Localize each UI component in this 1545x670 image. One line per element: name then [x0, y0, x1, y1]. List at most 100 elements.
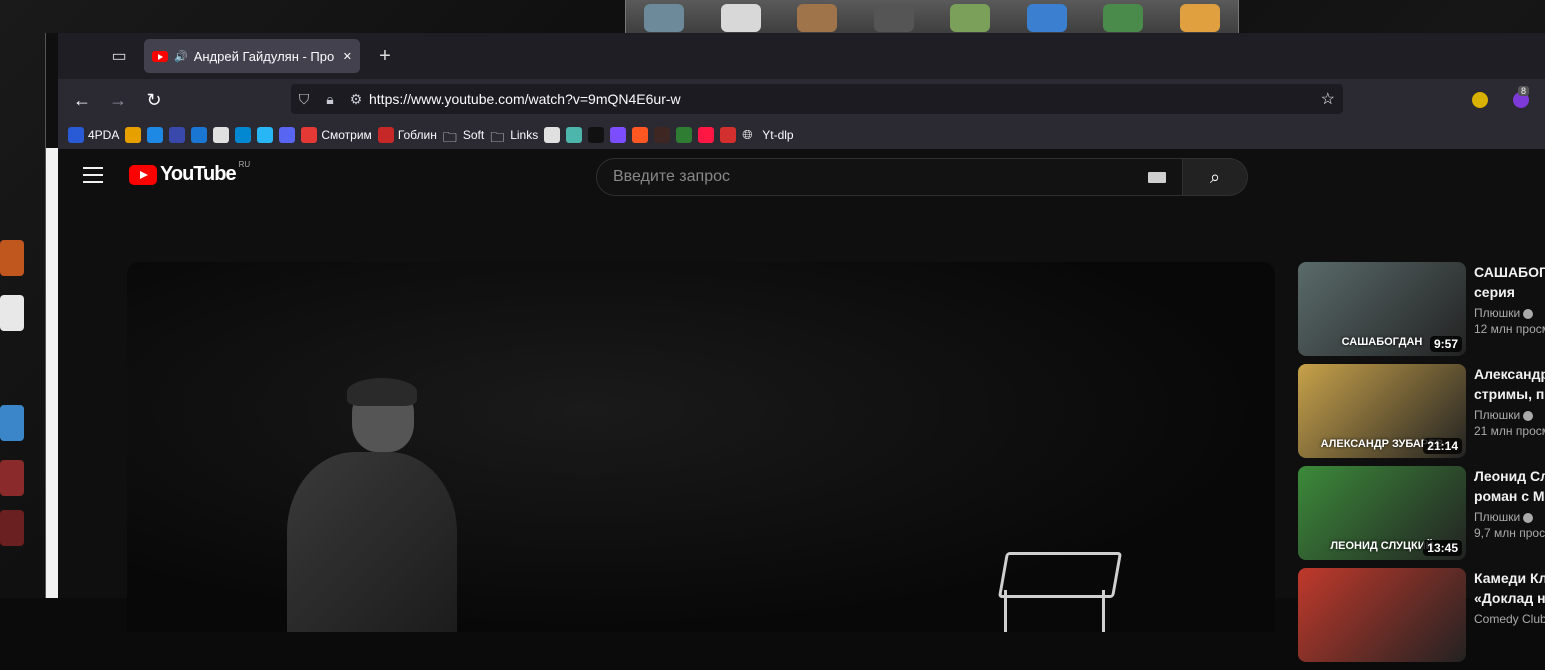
bookmark-favicon-icon [544, 127, 561, 143]
url-bar[interactable]: ⛉ 🔒︎ ⚙ https://www.youtube.com/watch?v=9… [291, 84, 1343, 114]
speaker-icon[interactable]: 🔊 [174, 50, 188, 63]
bookmark-item[interactable] [544, 124, 561, 146]
bookmark-item[interactable] [125, 124, 142, 146]
bookmark-item[interactable] [169, 124, 186, 146]
video-title[interactable]: роман с М [1474, 486, 1545, 506]
bookmark-favicon-icon [169, 127, 186, 143]
dock-app-icon[interactable] [873, 4, 914, 32]
youtube-play-icon [129, 164, 157, 185]
bookmark-item[interactable] [654, 124, 671, 146]
recommendation-item[interactable]: ЛЕОНИД СЛУЦКИЙ 13:45 Леонид Сл роман с М Плю… [1298, 466, 1545, 568]
shield-icon[interactable]: ⛉ [291, 91, 317, 108]
bookmark-item[interactable] [191, 124, 208, 146]
dock-app-icon[interactable] [720, 4, 761, 32]
bookmark-item[interactable] [698, 124, 715, 146]
bookmark-favicon-icon [213, 127, 230, 143]
bookmark-item[interactable] [257, 124, 274, 146]
bookmark-item[interactable]: 🗀 Links [490, 124, 538, 146]
desktop-shortcut-icon[interactable] [0, 295, 24, 331]
logo-text: YouTube [160, 163, 237, 185]
verified-icon [1523, 410, 1534, 421]
video-thumbnail[interactable]: САШАБОГДАН 9:57 [1298, 262, 1466, 356]
bookmark-favicon-icon [279, 127, 296, 143]
bookmark-label: Links [510, 128, 539, 142]
extension-badge: 8 [1518, 86, 1530, 96]
tab-list-icon[interactable]: ▭ [102, 39, 136, 73]
bookmark-item[interactable] [213, 124, 230, 146]
recommendation-item[interactable]: САШАБОГДАН9:57 САШАБОГДсерия Плюшки 12 млн … [1298, 262, 1545, 364]
video-title[interactable]: «Доклад на [1474, 588, 1545, 608]
new-tab-button[interactable]: + [368, 39, 402, 73]
bookmark-item[interactable] [676, 124, 693, 146]
bookmark-favicon-icon [301, 127, 318, 143]
bookmark-item[interactable] [147, 124, 164, 146]
bookmark-star-icon[interactable]: ☆ [1321, 89, 1335, 109]
youtube-favicon-icon [152, 50, 168, 62]
bookmark-item[interactable]: 4PDA [68, 124, 119, 146]
dock-app-icon[interactable] [1179, 4, 1220, 32]
bookmark-favicon-icon [257, 127, 274, 143]
bookmark-item[interactable] [720, 124, 737, 146]
desktop-shortcut-icon[interactable] [0, 460, 24, 496]
channel-name[interactable]: Плюшки [1474, 306, 1545, 320]
tab-active[interactable]: 🔊 Андрей Гайдулян - Про Са ✕ [144, 39, 360, 73]
bookmark-item[interactable] [588, 124, 605, 146]
dock-app-icon[interactable] [1103, 4, 1144, 32]
search-bar: Введите запрос ⌕ [596, 158, 1248, 196]
tab-close-icon[interactable]: ✕ [343, 50, 352, 63]
search-button[interactable]: ⌕ [1183, 158, 1248, 196]
bookmark-item[interactable]: Гоблин [377, 124, 437, 146]
bookmark-item[interactable] [279, 124, 296, 146]
reload-icon[interactable]: ↻ [136, 84, 172, 116]
bookmark-favicon-icon [676, 127, 693, 143]
bookmark-favicon-icon [68, 127, 84, 143]
back-icon[interactable]: ← [64, 84, 100, 116]
channel-name[interactable]: Плюшки [1474, 408, 1545, 422]
bookmark-item[interactable]: Смотрим [301, 124, 372, 146]
video-title[interactable]: Леонид Сл [1474, 466, 1545, 486]
video-player[interactable] [127, 262, 1275, 632]
channel-name[interactable]: Плюшки [1474, 510, 1545, 524]
youtube-logo[interactable]: YouTube RU [129, 160, 251, 186]
bookmark-item[interactable]: 🗀 Soft [443, 124, 484, 146]
video-title[interactable]: Камеди Кл [1474, 568, 1545, 588]
bookmark-item[interactable]: 🌐︎ Yt-dlp [742, 124, 793, 146]
desktop-shortcut-icon[interactable] [0, 405, 24, 441]
video-title[interactable]: Александр [1474, 364, 1545, 384]
url-text[interactable]: https://www.youtube.com/watch?v=9mQN4E6u… [369, 91, 681, 107]
video-title[interactable]: серия [1474, 282, 1545, 302]
lock-icon[interactable]: 🔒︎ [317, 91, 343, 108]
forward-icon[interactable]: → [100, 84, 136, 116]
extension-icon[interactable] [1472, 92, 1488, 108]
bookmark-item[interactable] [610, 124, 627, 146]
bookmark-item[interactable] [632, 124, 649, 146]
bookmark-favicon-icon [698, 127, 715, 143]
search-input[interactable]: Введите запрос [596, 158, 1183, 196]
dock-app-icon[interactable] [644, 4, 685, 32]
tab-bar: ▭ 🔊 Андрей Гайдулян - Про Са ✕ + [58, 33, 1545, 79]
video-thumbnail[interactable]: АЛЕКСАНДР ЗУБАРЕВ 21:14 [1298, 364, 1466, 458]
video-thumbnail[interactable] [1298, 568, 1466, 662]
region-code: RU [238, 160, 251, 169]
dock-app-icon[interactable] [950, 4, 991, 32]
video-title[interactable]: САШАБОГД [1474, 262, 1545, 282]
dock-app-icon[interactable] [797, 4, 838, 32]
video-thumbnail[interactable]: ЛЕОНИД СЛУЦКИЙ 13:45 [1298, 466, 1466, 560]
recommendation-item[interactable]: Камеди Кл«Доклад на Comedy Club [1298, 568, 1545, 670]
video-frame-chair [982, 552, 1123, 632]
video-title[interactable]: стримы, п [1474, 384, 1545, 404]
menu-icon[interactable] [83, 167, 103, 183]
bookmark-favicon-icon [654, 127, 671, 143]
dock-app-icon[interactable] [1026, 4, 1067, 32]
view-count: 12 млн просм [1474, 322, 1545, 336]
desktop-shortcut-icon[interactable] [0, 510, 24, 546]
desktop-shortcut-icon[interactable] [0, 240, 24, 276]
bookmark-item[interactable] [566, 124, 583, 146]
bookmark-item[interactable] [235, 124, 252, 146]
bookmark-label: 4PDA [88, 128, 120, 142]
youtube-page: YouTube RU Введите запрос ⌕ САШАБОГДАН 9… [58, 149, 1545, 662]
channel-name[interactable]: Comedy Club [1474, 612, 1545, 626]
recommendation-item[interactable]: АЛЕКСАНДР ЗУБАРЕВ 21:14 Александр стримы, п… [1298, 364, 1545, 466]
keyboard-icon[interactable] [1148, 171, 1166, 183]
permissions-icon[interactable]: ⚙ [343, 91, 369, 108]
